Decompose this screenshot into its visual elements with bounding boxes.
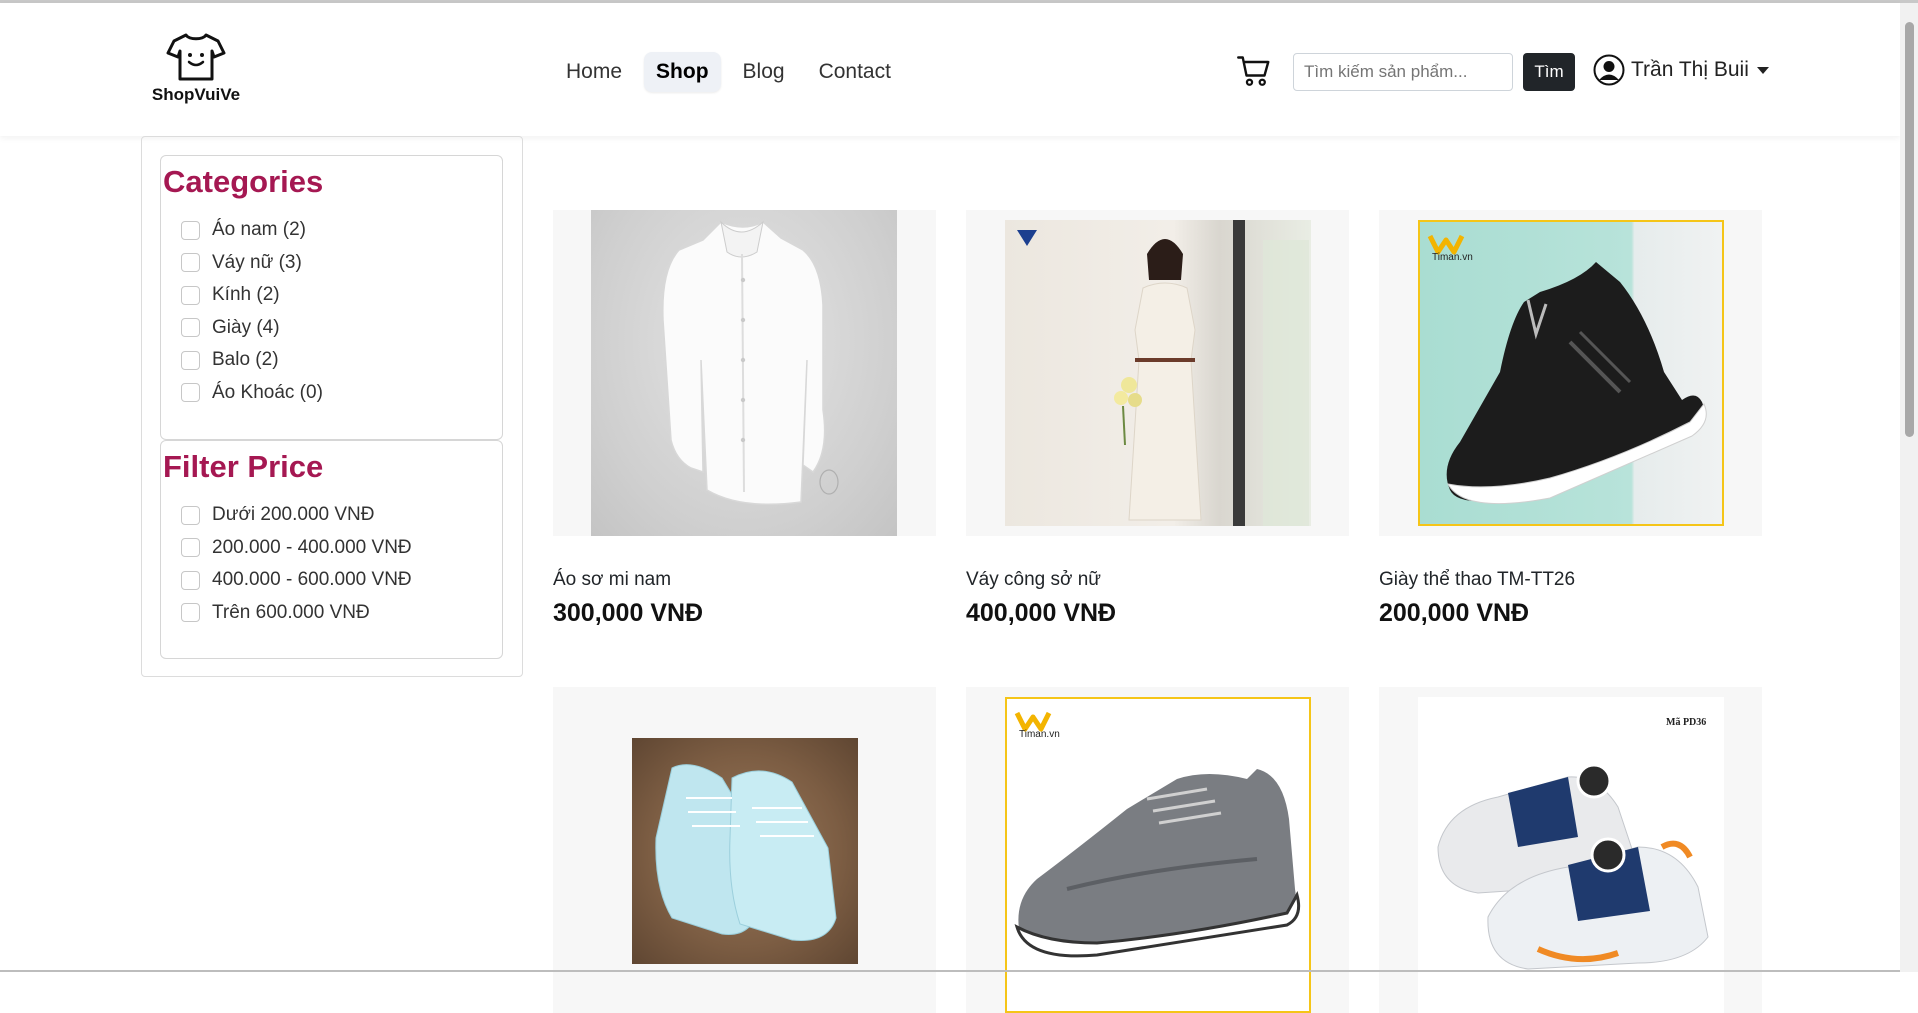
product-price: 300,000 VNĐ [553,599,704,627]
product-image-kids-sneakers[interactable]: Mã PD36 [1379,687,1762,1013]
cart-icon[interactable] [1236,53,1272,94]
categories-title: Categories [163,164,324,199]
search-input[interactable] [1293,53,1513,91]
nav-home[interactable]: Home [554,52,634,92]
category-label: Váy nữ (3) [212,251,302,273]
product-price: 400,000 VNĐ [966,599,1117,627]
brand-logo[interactable]: ShopVuiVe [148,31,244,105]
svg-text:Timan.vn: Timan.vn [1019,729,1060,740]
category-label: Balo (2) [212,349,279,371]
nav-contact[interactable]: Contact [807,52,903,92]
checkbox[interactable] [181,253,200,273]
svg-text:Timan.vn: Timan.vn [1432,252,1473,263]
category-label: Áo nam (2) [212,219,306,241]
product-name[interactable]: Áo sơ mi nam [553,569,936,591]
product-name[interactable]: Váy công sở nữ [966,569,1349,591]
price-option[interactable]: Trên 600.000 VNĐ [181,597,502,630]
category-label: Giày (4) [212,316,280,338]
category-label: Kính (2) [212,284,280,306]
product-card[interactable]: Váy công sở nữ 400,000 VNĐ [966,210,1349,628]
category-option[interactable]: Kính (2) [181,279,502,312]
category-option[interactable]: Áo Khoác (0) [181,377,502,410]
price-option[interactable]: Dưới 200.000 VNĐ [181,499,502,532]
price-option[interactable]: 400.000 - 600.000 VNĐ [181,564,502,597]
product-image-office-dress[interactable] [966,210,1349,536]
svg-text:Mã PD36: Mã PD36 [1666,717,1706,728]
product-card[interactable]: Timan.vn Giày thể thao TM-TT26 200,000 V… [1379,210,1762,628]
checkbox[interactable] [181,318,200,338]
checkbox[interactable] [181,383,200,403]
product-image-black-sneaker[interactable]: Timan.vn [1379,210,1762,536]
checkbox[interactable] [181,570,200,590]
checkbox[interactable] [181,220,200,240]
product-card[interactable]: Mã PD36 [1379,687,1762,1013]
nav-blog[interactable]: Blog [731,52,797,92]
price-filter-panel: Filter Price Dưới 200.000 VNĐ 200.000 - … [160,440,503,659]
price-label: 400.000 - 600.000 VNĐ [212,569,412,591]
category-option[interactable]: Giày (4) [181,312,502,345]
product-card[interactable] [553,687,936,1013]
user-menu[interactable]: Trần Thị Buii [1593,54,1769,86]
checkbox[interactable] [181,350,200,370]
checkbox[interactable] [181,538,200,558]
price-label: 200.000 - 400.000 VNĐ [212,536,412,558]
chevron-down-icon [1756,66,1769,74]
price-label: Dưới 200.000 VNĐ [212,504,375,526]
main-nav: Home Shop Blog Contact [554,52,903,92]
category-option[interactable]: Váy nữ (3) [181,247,502,280]
user-name: Trần Thị Buii [1631,58,1749,81]
product-price: 200,000 VNĐ [1379,599,1530,627]
product-image-grey-sneaker[interactable]: Timan.vn [966,687,1349,1013]
search-button[interactable]: Tìm [1523,53,1575,91]
checkbox[interactable] [181,285,200,305]
checkbox[interactable] [181,505,200,525]
price-label: Trên 600.000 VNĐ [212,601,370,623]
filter-sidebar: Categories Áo nam (2) Váy nữ (3) Kính (2… [141,136,523,677]
category-label: Áo Khoác (0) [212,381,323,403]
product-card[interactable]: Áo sơ mi nam 300,000 VNĐ [553,210,936,628]
product-image-white-shirt[interactable] [553,210,936,536]
site-header: ShopVuiVe Home Shop Blog Contact Tìm Trầ… [0,3,1900,136]
tshirt-logo-icon [166,33,226,81]
nav-shop[interactable]: Shop [644,52,721,92]
scrollbar-thumb[interactable] [1905,22,1914,437]
product-name[interactable]: Giày thể thao TM-TT26 [1379,569,1762,591]
product-card[interactable]: Timan.vn [966,687,1349,1013]
brand-name: ShopVuiVe [151,85,241,104]
user-avatar-icon [1593,54,1625,86]
price-option[interactable]: 200.000 - 400.000 VNĐ [181,532,502,565]
categories-panel: Categories Áo nam (2) Váy nữ (3) Kính (2… [160,155,503,440]
category-option[interactable]: Balo (2) [181,344,502,377]
checkbox[interactable] [181,603,200,623]
price-filter-title: Filter Price [163,449,324,484]
category-option[interactable]: Áo nam (2) [181,214,502,247]
product-image-light-blue-sneakers[interactable] [553,687,936,1013]
